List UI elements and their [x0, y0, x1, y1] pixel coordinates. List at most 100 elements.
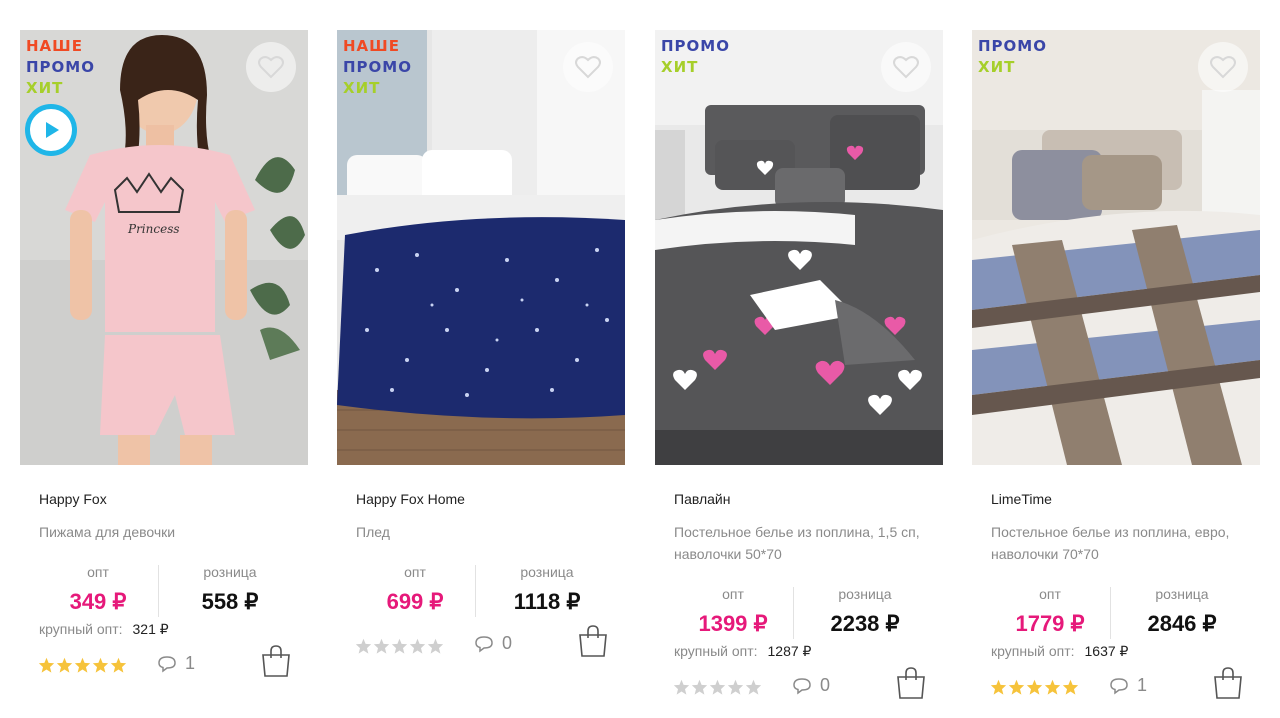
badge-hit: ХИТ [26, 79, 64, 97]
product-card[interactable]: Princess НАШЕ ПРОМО ХИТ Happy Fox Пижама… [20, 30, 308, 718]
price-block: опт 349 ₽ розница 558 ₽ [39, 563, 289, 623]
star-icon[interactable] [56, 657, 73, 673]
product-description[interactable]: Плед [356, 521, 616, 543]
comments-link[interactable]: 0 [474, 633, 512, 654]
product-card[interactable]: ПРОМО ХИТ LimeTime Постельное белье из п… [972, 30, 1260, 718]
star-icon[interactable] [1008, 679, 1025, 695]
product-photo[interactable]: ПРОМО ХИТ [655, 30, 943, 465]
price-retail-col: розница 2846 ₽ [1123, 585, 1241, 639]
product-card[interactable]: НАШЕ ПРОМО ХИТ Happy Fox Home Плед опт 6… [337, 30, 625, 718]
price-opt-label: опт [722, 586, 744, 602]
rating-stars[interactable] [38, 657, 127, 673]
star-icon[interactable] [673, 679, 690, 695]
star-icon[interactable] [1062, 679, 1079, 695]
badge-list: НАШЕ ПРОМО ХИТ [343, 36, 412, 99]
price-opt-col: опт 1779 ₽ [991, 585, 1109, 639]
bulk-price: крупный опт: 1287 ₽ [674, 643, 811, 660]
price-divider [1110, 587, 1111, 639]
star-icon[interactable] [74, 657, 91, 673]
product-card[interactable]: ПРОМО ХИТ Павлайн Постельное белье из по… [655, 30, 943, 718]
price-retail-col: розница 1118 ₽ [488, 563, 606, 617]
badge-hit: ХИТ [661, 58, 699, 76]
product-photo[interactable]: ПРОМО ХИТ [972, 30, 1260, 465]
bulk-price: крупный опт: 321 ₽ [39, 621, 169, 638]
star-icon[interactable] [373, 638, 390, 654]
comments-link[interactable]: 1 [1109, 675, 1147, 696]
star-icon[interactable] [1026, 679, 1043, 695]
favorite-button[interactable] [563, 42, 613, 92]
star-icon[interactable] [427, 638, 444, 654]
price-divider [793, 587, 794, 639]
favorite-button[interactable] [1198, 42, 1248, 92]
star-icon[interactable] [355, 638, 372, 654]
badge-list: ПРОМО ХИТ [978, 36, 1047, 78]
comment-icon [1110, 677, 1128, 694]
price-retail-label: розница [520, 564, 574, 580]
rating-stars[interactable] [355, 638, 444, 654]
price-opt-value: 349 ₽ [69, 589, 127, 614]
bulk-price-label: крупный опт: [674, 643, 758, 659]
star-icon[interactable] [409, 638, 426, 654]
star-icon[interactable] [709, 679, 726, 695]
play-icon [46, 122, 59, 138]
star-icon[interactable] [110, 657, 127, 673]
product-description[interactable]: Постельное белье из поплина, 1,5 сп, нав… [674, 521, 934, 565]
comments-link[interactable]: 1 [157, 653, 195, 674]
price-opt-col: опт 699 ₽ [356, 563, 474, 617]
star-icon[interactable] [745, 679, 762, 695]
favorite-button[interactable] [246, 42, 296, 92]
play-video-button[interactable] [25, 104, 77, 156]
heart-icon [575, 56, 601, 79]
badge-list: ПРОМО ХИТ [661, 36, 730, 78]
comment-icon [475, 635, 493, 652]
product-description[interactable]: Постельное белье из поплина, евро, навол… [991, 521, 1251, 565]
price-retail-value: 558 ₽ [201, 589, 259, 614]
bag-icon[interactable] [896, 666, 926, 700]
badge-promo: ПРОМО [661, 37, 730, 55]
product-brand[interactable]: LimeTime [991, 491, 1052, 507]
badge-hit: ХИТ [978, 58, 1016, 76]
comments-count: 1 [1137, 675, 1148, 695]
product-brand[interactable]: Happy Fox Home [356, 491, 465, 507]
product-brand[interactable]: Павлайн [674, 491, 730, 507]
badge-promo: ПРОМО [343, 58, 412, 76]
price-retail-col: розница 558 ₽ [171, 563, 289, 617]
star-icon[interactable] [990, 679, 1007, 695]
bulk-price-label: крупный опт: [39, 621, 123, 637]
product-description[interactable]: Пижама для девочки [39, 521, 299, 543]
product-brand[interactable]: Happy Fox [39, 491, 107, 507]
favorite-button[interactable] [881, 42, 931, 92]
bulk-price-value: 321 ₽ [132, 621, 169, 637]
bag-icon[interactable] [1213, 666, 1243, 700]
price-retail-value: 2846 ₽ [1147, 611, 1217, 636]
price-opt-col: опт 1399 ₽ [674, 585, 792, 639]
rating-stars[interactable] [673, 679, 762, 695]
price-opt-value: 1779 ₽ [1015, 611, 1085, 636]
badge-list: НАШЕ ПРОМО ХИТ [26, 36, 95, 99]
price-opt-label: опт [87, 564, 109, 580]
heart-icon [258, 56, 284, 79]
star-icon[interactable] [38, 657, 55, 673]
badge-hit: ХИТ [343, 79, 381, 97]
product-photo[interactable]: НАШЕ ПРОМО ХИТ [337, 30, 625, 465]
bag-icon[interactable] [578, 624, 608, 658]
price-retail-label: розница [1155, 586, 1209, 602]
bag-icon[interactable] [261, 644, 291, 678]
star-icon[interactable] [727, 679, 744, 695]
star-icon[interactable] [391, 638, 408, 654]
star-icon[interactable] [1044, 679, 1061, 695]
svg-text:Princess: Princess [127, 222, 180, 236]
price-retail-value: 2238 ₽ [830, 611, 900, 636]
price-divider [158, 565, 159, 617]
badge-our: НАШЕ [26, 37, 83, 55]
bulk-price-value: 1287 ₽ [767, 643, 812, 659]
rating-stars[interactable] [990, 679, 1079, 695]
star-icon[interactable] [92, 657, 109, 673]
badge-our: НАШЕ [343, 37, 400, 55]
price-retail-col: розница 2238 ₽ [806, 585, 924, 639]
star-icon[interactable] [691, 679, 708, 695]
product-photo[interactable]: Princess НАШЕ ПРОМО ХИТ [20, 30, 308, 465]
price-block: опт 1779 ₽ розница 2846 ₽ [991, 585, 1241, 645]
comments-link[interactable]: 0 [792, 675, 830, 696]
comments-count: 1 [185, 653, 196, 673]
